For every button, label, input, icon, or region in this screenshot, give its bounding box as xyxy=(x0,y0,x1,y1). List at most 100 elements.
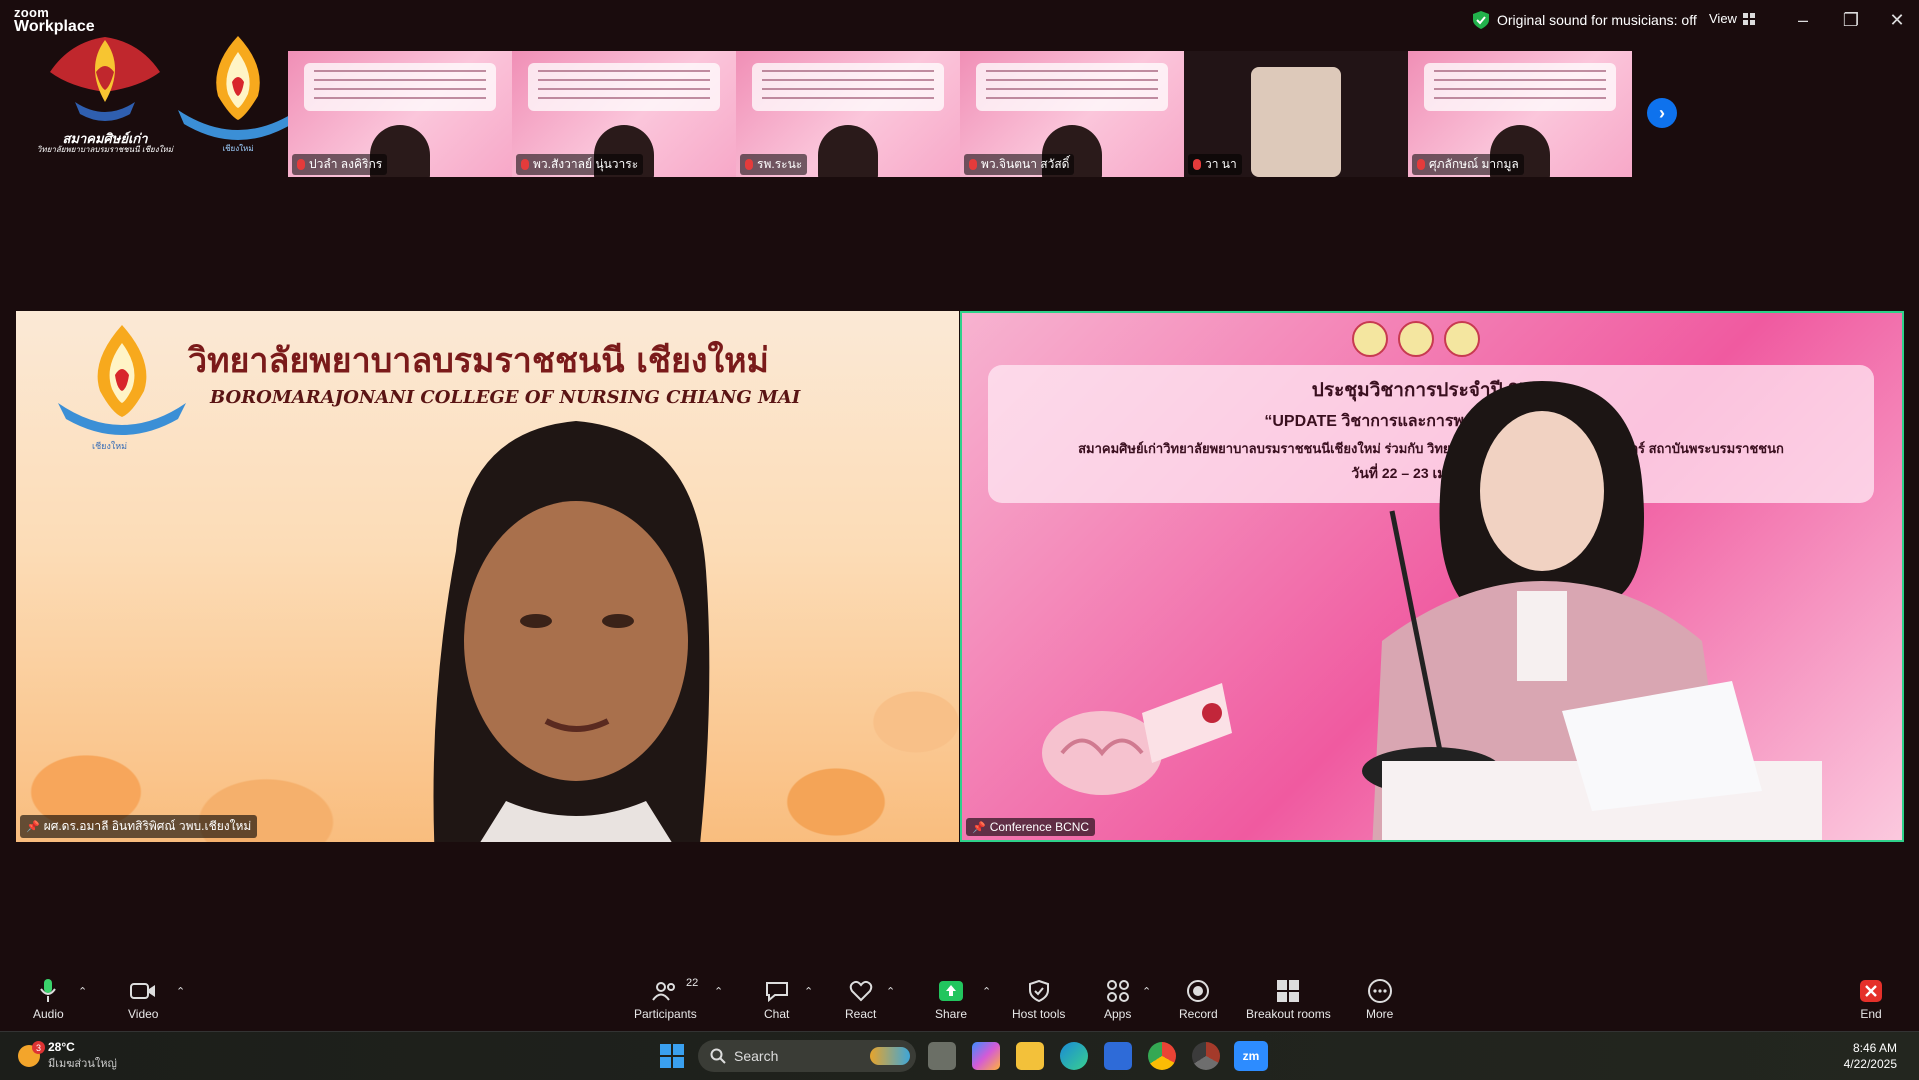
chrome-profile-icon[interactable] xyxy=(1192,1042,1220,1070)
audio-button[interactable]: Audio xyxy=(33,975,64,1021)
record-button[interactable]: Record xyxy=(1179,975,1218,1021)
weather-condition: มีเมฆส่วนใหญ่ xyxy=(48,1058,117,1070)
speaker-video xyxy=(433,421,710,842)
taskbar-search[interactable]: Search xyxy=(698,1040,916,1072)
heart-icon xyxy=(849,975,873,1007)
close-icon[interactable]: ✕ xyxy=(1882,8,1912,32)
host-tools-button[interactable]: Host tools xyxy=(1012,975,1065,1021)
apps-options-caret-icon[interactable]: ⌃ xyxy=(1142,985,1151,998)
weather-widget[interactable]: 3 28°C มีเมฆส่วนใหญ่ xyxy=(18,1040,117,1072)
thumbnail-name-label: ปวลำ ลงคิริกร xyxy=(292,154,388,175)
share-label: Share xyxy=(935,1007,968,1021)
slide-preview xyxy=(1424,63,1616,111)
search-label: Search xyxy=(734,1048,779,1064)
restore-icon[interactable]: ❐ xyxy=(1836,8,1866,32)
apps-button[interactable]: Apps xyxy=(1104,975,1131,1021)
clock-time: 8:46 AM xyxy=(1852,1041,1897,1055)
chat-button[interactable]: Chat xyxy=(764,975,789,1021)
react-button[interactable]: React xyxy=(845,975,876,1021)
task-view-icon[interactable] xyxy=(928,1042,956,1070)
video-button[interactable]: Video xyxy=(128,975,158,1021)
video-options-caret-icon[interactable]: ⌃ xyxy=(176,985,185,998)
participants-icon xyxy=(652,975,678,1007)
muted-mic-icon xyxy=(521,159,529,170)
college-sub: เชียงใหม่ xyxy=(222,144,254,153)
microphone-icon xyxy=(40,975,57,1007)
thumbnail-name: พว.สังวาลย์ นุ่นวาระ xyxy=(533,157,639,171)
association-sub: วิทยาลัยพยาบาลบรมราชชนนี เชียงใหม่ xyxy=(36,145,174,154)
participants-options-caret-icon[interactable]: ⌃ xyxy=(714,985,723,998)
apps-label: Apps xyxy=(1104,1007,1132,1021)
chat-bubble-icon xyxy=(765,975,789,1007)
next-page-chevron-icon[interactable]: › xyxy=(1647,98,1677,128)
muted-mic-icon xyxy=(1193,159,1201,170)
thumbnail-name: ปวลำ ลงคิริกร xyxy=(309,157,383,171)
clock-date: 4/22/2025 xyxy=(1843,1057,1897,1071)
host-tools-label: Host tools xyxy=(1012,1007,1066,1021)
thumbnail-name-label: รพ.ระนะ xyxy=(740,154,808,175)
chat-options-caret-icon[interactable]: ⌃ xyxy=(804,985,813,998)
participant-name: ผศ.ดร.อมาลี อินทสิริพิศณ์ วพบ.เชียงใหม่ xyxy=(43,819,252,833)
audio-label: Audio xyxy=(33,1007,64,1021)
windows-start-icon[interactable] xyxy=(660,1044,684,1068)
chat-label: Chat xyxy=(764,1007,790,1021)
original-sound-label: Original sound for musicians: off xyxy=(1497,12,1697,28)
end-meeting-button[interactable]: End xyxy=(1860,975,1882,1021)
share-screen-icon xyxy=(938,975,964,1007)
college-emblem-icon xyxy=(58,325,186,435)
end-icon xyxy=(1860,975,1882,1007)
thumbnail-name-label: พว.จินตนา สวัสดิ์ xyxy=(964,154,1075,175)
view-button[interactable]: View xyxy=(1709,11,1755,26)
video-tile-conference[interactable]: ประชุมวิชาการประจำปี 2568 “UPDATE วิชากา… xyxy=(960,311,1904,842)
grid-view-icon xyxy=(1742,12,1755,25)
copilot-icon[interactable] xyxy=(972,1042,1000,1070)
minimize-icon[interactable]: – xyxy=(1788,8,1818,32)
participant-name: Conference BCNC xyxy=(989,820,1090,834)
video-tile-speaker[interactable]: วิทยาลัยพยาบาลบรมราชชนนี เชียงใหม่ BOROM… xyxy=(16,311,959,842)
meeting-toolbar: Audio ⌃ Video ⌃ 22 Participants ⌃ Chat ⌃… xyxy=(0,975,1919,1031)
participant-thumbnail[interactable]: พว.สังวาลย์ นุ่นวาระ xyxy=(512,51,736,177)
muted-mic-icon xyxy=(745,159,753,170)
participant-thumbnail[interactable]: รพ.ระนะ xyxy=(736,51,960,177)
conference-logos xyxy=(1352,321,1480,357)
participants-label: Participants xyxy=(634,1007,697,1021)
muted-mic-icon xyxy=(297,159,305,170)
original-sound-indicator[interactable]: Original sound for musicians: off xyxy=(1473,11,1697,29)
file-explorer-icon[interactable] xyxy=(1016,1042,1044,1070)
pin-icon: 📌 xyxy=(26,821,40,833)
edge-icon[interactable] xyxy=(1060,1042,1088,1070)
breakout-rooms-button[interactable]: Breakout rooms xyxy=(1246,975,1331,1021)
participant-face xyxy=(818,125,878,177)
video-label: Video xyxy=(128,1007,159,1021)
search-highlight-icon xyxy=(870,1047,910,1065)
more-button[interactable]: More xyxy=(1366,975,1393,1021)
weather-sun-icon: 3 xyxy=(18,1041,45,1067)
share-button[interactable]: Share xyxy=(935,975,967,1021)
react-options-caret-icon[interactable]: ⌃ xyxy=(886,985,895,998)
participant-thumbnail[interactable]: ปวลำ ลงคิริกร xyxy=(288,51,512,177)
react-label: React xyxy=(845,1007,877,1021)
participant-face xyxy=(1251,67,1341,177)
participant-count: 22 xyxy=(686,977,699,989)
participant-name-label: 📌 ผศ.ดร.อมาลี อินทสิริพิศณ์ วพบ.เชียงใหม… xyxy=(20,815,258,838)
slide-preview xyxy=(752,63,944,111)
presenter-video xyxy=(1362,381,1822,840)
system-clock[interactable]: 8:46 AM 4/22/2025 xyxy=(1844,1040,1897,1072)
temperature: 28°C xyxy=(48,1040,75,1054)
chrome-icon[interactable] xyxy=(1148,1042,1176,1070)
participant-thumbnail[interactable]: ศุภลักษณ์ มากมูล xyxy=(1408,51,1632,177)
thumbnail-name: รพ.ระนะ xyxy=(757,157,803,171)
audio-options-caret-icon[interactable]: ⌃ xyxy=(78,985,87,998)
participant-thumbnail-strip: ปวลำ ลงคิริกร พว.สังวาลย์ นุ่นวาระ รพ.ระนะ… xyxy=(288,51,1632,177)
share-options-caret-icon[interactable]: ⌃ xyxy=(982,985,991,998)
store-icon[interactable] xyxy=(1104,1042,1132,1070)
participant-thumbnail[interactable]: พว.จินตนา สวัสดิ์ xyxy=(960,51,1184,177)
participant-thumbnail[interactable]: วา นา xyxy=(1184,51,1408,177)
slide-preview xyxy=(528,63,720,111)
zoom-app-icon[interactable]: zm xyxy=(1234,1041,1268,1071)
slide-preview xyxy=(304,63,496,111)
participants-button[interactable]: 22 Participants xyxy=(634,975,699,1021)
zoom-workplace-logo: zoom Workplace xyxy=(14,6,95,35)
end-label: End xyxy=(1860,1007,1882,1021)
muted-mic-icon xyxy=(969,159,977,170)
